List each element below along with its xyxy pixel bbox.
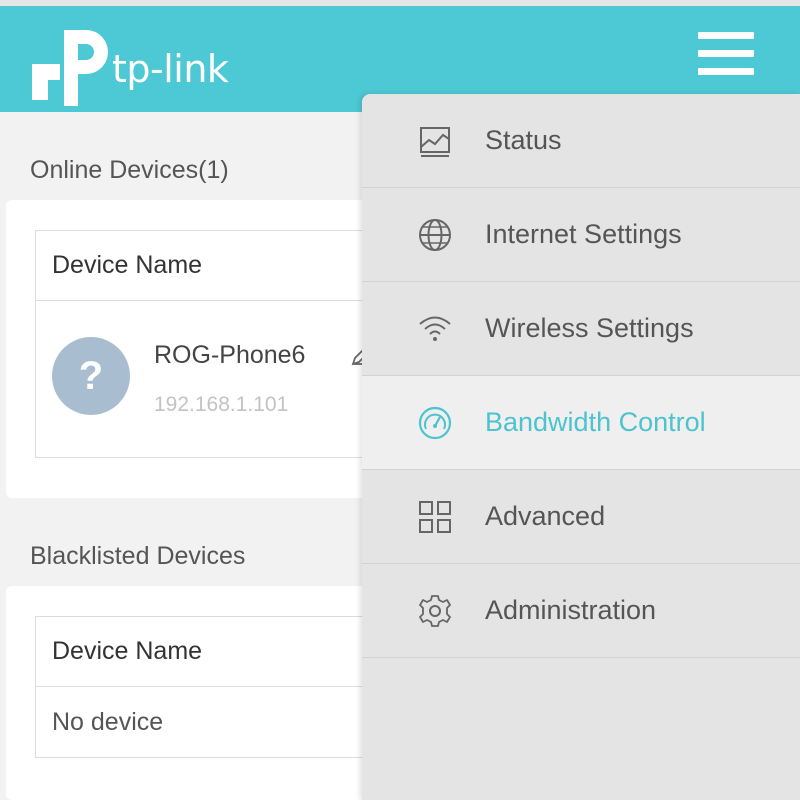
brand-name: tp-link — [112, 47, 229, 91]
status-chart-icon — [420, 126, 450, 157]
tp-link-logo-mark-icon — [32, 30, 108, 106]
online-devices-title: Online Devices(1) — [30, 156, 229, 184]
menu-item-label: Status — [485, 125, 562, 155]
globe-icon — [419, 218, 451, 251]
wifi-icon — [419, 316, 451, 341]
menu-item-wireless-settings[interactable]: Wireless Settings — [362, 282, 800, 376]
menu-item-status[interactable]: Status — [362, 94, 800, 188]
menu-item-label: Administration — [485, 595, 657, 625]
device-avatar: ? — [52, 337, 130, 415]
menu-item-administration[interactable]: Administration — [362, 564, 800, 658]
grid-icon — [419, 500, 451, 533]
speedometer-icon — [418, 406, 452, 439]
blacklisted-devices-title: Blacklisted Devices — [30, 542, 246, 570]
menu-toggle-button[interactable] — [694, 28, 758, 78]
menu-item-label: Wireless Settings — [485, 313, 694, 343]
gear-icon — [419, 594, 451, 627]
menu-item-label: Bandwidth Control — [485, 407, 706, 437]
tp-link-logo[interactable]: tp-link — [32, 28, 229, 108]
menu-item-bandwidth-control[interactable]: Bandwidth Control — [362, 376, 800, 470]
device-name: ROG-Phone6 — [154, 341, 306, 369]
menu-item-internet-settings[interactable]: Internet Settings — [362, 188, 800, 282]
navigation-menu: Status Internet Settings Wireless Settin… — [362, 94, 800, 800]
menu-item-label: Internet Settings — [485, 219, 682, 249]
device-ip: 192.168.1.101 — [154, 393, 289, 416]
menu-item-advanced[interactable]: Advanced — [362, 470, 800, 564]
menu-item-label: Advanced — [485, 501, 606, 531]
